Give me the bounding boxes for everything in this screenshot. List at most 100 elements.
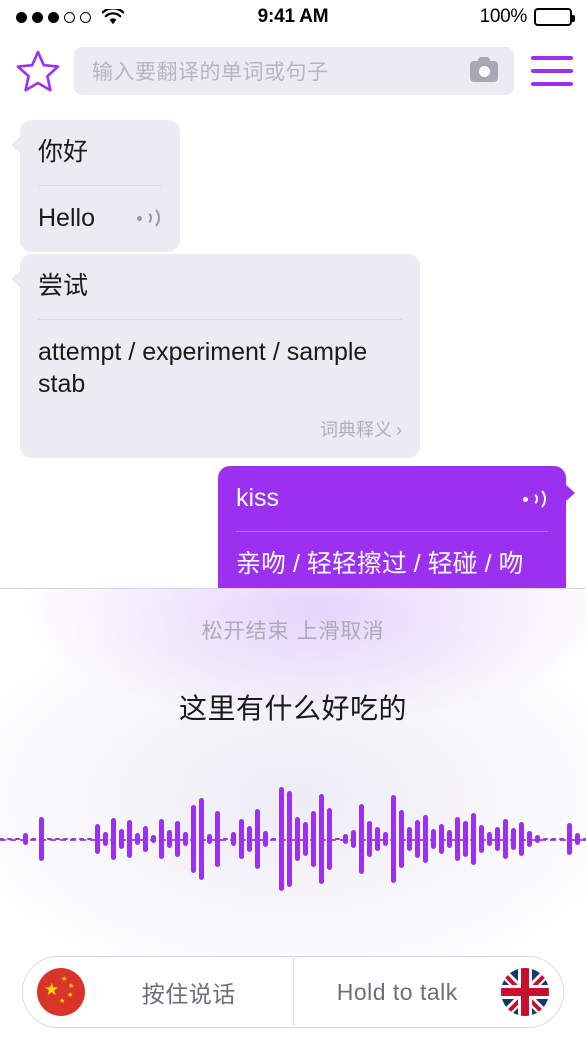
waveform-bar bbox=[398, 810, 404, 868]
waveform-bar bbox=[366, 821, 372, 857]
waveform-bar bbox=[102, 832, 108, 846]
talk-button-english[interactable]: Hold to talk bbox=[294, 957, 564, 1027]
bubble-source-row: kiss bbox=[236, 466, 548, 531]
waveform-bar bbox=[438, 824, 444, 854]
waveform-bar bbox=[158, 819, 164, 859]
waveform-bar bbox=[318, 794, 324, 884]
waveform-bar bbox=[54, 838, 60, 840]
waveform-bar bbox=[142, 826, 148, 852]
waveform-bar bbox=[182, 832, 188, 846]
waveform-bar bbox=[550, 838, 556, 840]
waveform-bar bbox=[246, 826, 252, 852]
chat-bubble-2[interactable]: 尝试 attempt / experiment / sample stab 词典… bbox=[11, 254, 420, 458]
waveform-bar bbox=[14, 838, 20, 840]
waveform-bar bbox=[254, 809, 260, 869]
waveform-bars bbox=[0, 784, 586, 894]
waveform-bar bbox=[62, 838, 68, 840]
china-flag-icon: ★ ★ ★ ★ ★ bbox=[37, 968, 85, 1016]
waveform-bar bbox=[494, 827, 500, 851]
waveform-bar bbox=[374, 827, 380, 851]
waveform-bar bbox=[214, 811, 220, 867]
waveform-bar bbox=[566, 823, 572, 855]
waveform-bar bbox=[358, 804, 364, 874]
bubble-target-text: Hello bbox=[38, 203, 95, 232]
search-input-placeholder: 输入要翻译的单词或句子 bbox=[92, 61, 329, 84]
waveform-bar bbox=[110, 818, 116, 860]
sound-wave-icon[interactable] bbox=[522, 486, 548, 512]
waveform-bar bbox=[302, 822, 308, 856]
hamburger-menu-icon[interactable] bbox=[518, 56, 586, 86]
battery-percent: 100% bbox=[479, 6, 528, 27]
waveform-bar bbox=[478, 825, 484, 853]
waveform-bar bbox=[230, 832, 236, 846]
waveform-bar bbox=[446, 830, 452, 848]
bubble-source-text: 尝试 bbox=[38, 272, 89, 300]
waveform-bar bbox=[0, 838, 4, 840]
waveform-bar bbox=[70, 838, 76, 840]
waveform-bar bbox=[150, 835, 156, 843]
chat-bubble-1[interactable]: 你好 Hello bbox=[11, 120, 180, 252]
bubble-source-text: kiss bbox=[236, 484, 280, 512]
camera-icon[interactable] bbox=[470, 56, 498, 82]
waveform-bar bbox=[382, 832, 388, 846]
waveform-bar bbox=[542, 838, 548, 840]
waveform-bar bbox=[22, 833, 28, 845]
waveform-bar bbox=[470, 813, 476, 865]
waveform-bar bbox=[294, 817, 300, 861]
talk-button-english-label: Hold to talk bbox=[336, 978, 458, 1005]
waveform-bar bbox=[582, 838, 586, 840]
waveform-bar bbox=[534, 835, 540, 843]
dictionary-link[interactable]: 词典释义 › bbox=[38, 406, 402, 458]
waveform-bar bbox=[206, 834, 212, 844]
waveform-bar bbox=[558, 838, 564, 840]
waveform-bar bbox=[518, 822, 524, 856]
waveform-bar bbox=[350, 830, 356, 848]
waveform-bar bbox=[46, 838, 52, 840]
waveform-bar bbox=[342, 834, 348, 844]
waveform-bar bbox=[86, 838, 92, 840]
waveform-bar bbox=[390, 795, 396, 883]
waveform-bar bbox=[134, 833, 140, 845]
talk-button-chinese-label: 按住说话 bbox=[141, 981, 236, 1007]
bubble-target-text: attempt / experiment / sample stab bbox=[38, 337, 368, 398]
waveform-bar bbox=[510, 828, 516, 850]
waveform-bar bbox=[286, 791, 292, 887]
waveform-bar bbox=[6, 838, 12, 840]
waveform-bar bbox=[30, 838, 36, 840]
waveform-bar bbox=[406, 827, 412, 851]
bubble-target-row: Hello bbox=[38, 186, 162, 252]
waveform-bar bbox=[94, 824, 100, 854]
waveform-bar bbox=[502, 819, 508, 859]
waveform-bar bbox=[126, 820, 132, 858]
sound-wave-icon[interactable] bbox=[136, 205, 162, 231]
search-input[interactable]: 输入要翻译的单词或句子 bbox=[74, 47, 514, 95]
waveform-bar bbox=[238, 819, 244, 859]
recognized-speech-text: 这里有什么好吃的 bbox=[178, 693, 407, 724]
chevron-right-icon: › bbox=[396, 419, 402, 440]
waveform-bar bbox=[334, 838, 340, 840]
chat-message-list[interactable]: 你好 Hello 尝试 attempt / experiment / sampl… bbox=[0, 108, 586, 598]
waveform-bar bbox=[38, 817, 44, 861]
waveform-bar bbox=[422, 815, 428, 863]
waveform-bar bbox=[462, 821, 468, 857]
waveform-bar bbox=[574, 833, 580, 845]
waveform-bar bbox=[190, 805, 196, 873]
status-bar-right: 100% bbox=[479, 0, 575, 34]
waveform-bar bbox=[454, 817, 460, 861]
waveform-bar bbox=[430, 829, 436, 849]
waveform-bar bbox=[78, 838, 84, 840]
audio-waveform bbox=[0, 784, 586, 894]
waveform-bar bbox=[174, 821, 180, 857]
bubble-source-text: 你好 bbox=[38, 138, 89, 166]
talk-button-chinese[interactable]: ★ ★ ★ ★ ★ 按住说话 bbox=[23, 957, 293, 1027]
waveform-bar bbox=[486, 832, 492, 846]
chat-bubble-3[interactable]: kiss 亲吻 / 轻轻擦过 / 轻碰 / 吻 bbox=[218, 466, 575, 598]
waveform-bar bbox=[262, 831, 268, 847]
waveform-bar bbox=[166, 830, 172, 848]
record-hint-text: 松开结束 上滑取消 bbox=[201, 620, 385, 643]
waveform-bar bbox=[198, 798, 204, 880]
waveform-bar bbox=[414, 820, 420, 858]
star-icon[interactable] bbox=[6, 50, 70, 92]
waveform-bar bbox=[326, 808, 332, 870]
dictionary-link-label: 词典释义 bbox=[320, 419, 392, 440]
